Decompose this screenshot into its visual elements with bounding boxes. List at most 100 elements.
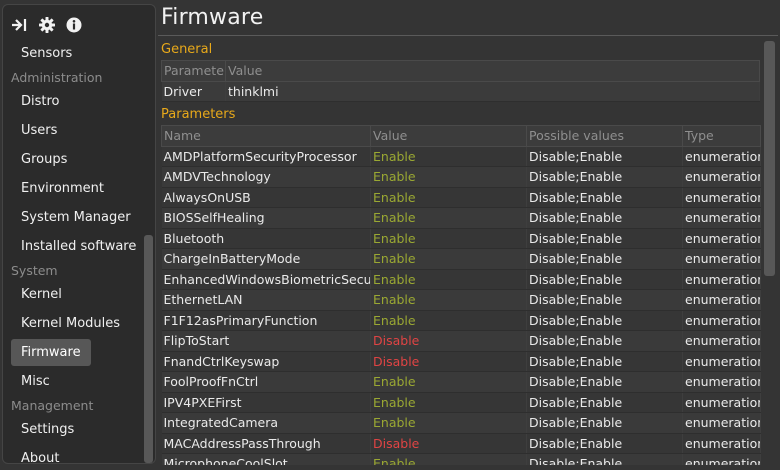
- parameters-cell: Disable;Enable: [526, 453, 683, 465]
- sidebar: Sensors Administration Distro Users Groups En…: [2, 4, 156, 464]
- parameters-cell: Enable: [370, 289, 527, 311]
- table-row[interactable]: F1F12asPrimaryFunction Enable Disable;Enab…: [161, 310, 761, 331]
- parameters-cell: Enable: [370, 371, 527, 393]
- parameters-cell: IntegratedCamera: [161, 412, 371, 434]
- main-scrollbar[interactable]: [764, 41, 775, 276]
- parameters-cell: Disable;Enable: [526, 207, 683, 229]
- table-row[interactable]: AMDVTechnology Enable Disable;Enable enumer…: [161, 166, 761, 188]
- parameters-cell: Disable;Enable: [526, 146, 683, 167]
- table-row[interactable]: Driver thinklmi: [161, 81, 760, 102]
- parameters-cell: AMDVTechnology: [161, 166, 371, 188]
- sidebar-item-label: System Manager: [21, 210, 131, 225]
- parameters-column-header[interactable]: Type: [682, 125, 761, 147]
- parameters-cell: Disable;Enable: [526, 310, 683, 331]
- sidebar-item-system-manager[interactable]: System Manager: [3, 203, 141, 232]
- sidebar-item-sensors[interactable]: Sensors: [3, 39, 141, 68]
- parameters-cell: enumeration: [682, 453, 761, 465]
- sidebar-item-kernel-modules[interactable]: Kernel Modules: [3, 309, 141, 338]
- parameters-cell: enumeration: [682, 433, 761, 454]
- parameters-cell: enumeration: [682, 351, 761, 372]
- parameters-cell: enumeration: [682, 330, 761, 352]
- gear-icon[interactable]: [38, 16, 56, 34]
- parameters-cell: enumeration: [682, 228, 761, 249]
- general-column-header[interactable]: Parameter: [161, 60, 226, 82]
- table-row[interactable]: IPV4PXEFirst Enable Disable;Enable enumerat…: [161, 392, 761, 413]
- sidebar-item-firmware[interactable]: Firmware: [3, 338, 141, 367]
- parameters-cell: Disable;Enable: [526, 412, 683, 434]
- parameters-cell: Disable;Enable: [526, 392, 683, 413]
- sidebar-scrollbar[interactable]: [144, 235, 153, 463]
- parameters-cell: Disable;Enable: [526, 166, 683, 188]
- parameters-cell: Disable;Enable: [526, 289, 683, 311]
- parameters-table: Name Value Possible values Type AMDPlatform…: [161, 125, 761, 465]
- parameters-cell: Enable: [370, 248, 527, 270]
- parameters-cell: BIOSSelfHealing: [161, 207, 371, 229]
- sidebar-item-label: Firmware: [11, 339, 91, 366]
- parameters-cell: Disable;Enable: [526, 248, 683, 270]
- parameters-cell: Disable;Enable: [526, 371, 683, 393]
- table-row[interactable]: AlwaysOnUSB Enable Disable;Enable enumerati…: [161, 187, 761, 208]
- parameters-cell: AMDPlatformSecurityProcessor: [161, 146, 371, 167]
- table-row[interactable]: FnandCtrlKeyswap Disable Disable;Enable enu…: [161, 351, 761, 372]
- parameters-header-row: Name Value Possible values Type: [161, 125, 761, 147]
- parameters-cell: IPV4PXEFirst: [161, 392, 371, 413]
- parameters-cell: AlwaysOnUSB: [161, 187, 371, 208]
- general-cell: thinklmi: [225, 81, 760, 102]
- sidebar-item-label: Kernel Modules: [21, 316, 121, 331]
- table-row[interactable]: BIOSSelfHealing Enable Disable;Enable enume…: [161, 207, 761, 229]
- parameters-cell: Disable;Enable: [526, 187, 683, 208]
- parameters-cell: enumeration: [682, 187, 761, 208]
- title-divider: [158, 35, 778, 36]
- table-row[interactable]: EnhancedWindowsBiometricSecurity Enable Di…: [161, 269, 761, 290]
- table-row[interactable]: MicrophoneCoolSlot Enable Disable;Enable en…: [161, 453, 761, 465]
- parameters-column-header[interactable]: Possible values: [526, 125, 683, 147]
- table-row[interactable]: Bluetooth Enable Disable;Enable enumeration: [161, 228, 761, 249]
- sidebar-item-users[interactable]: Users: [3, 116, 141, 145]
- parameters-cell: F1F12asPrimaryFunction: [161, 310, 371, 331]
- table-row[interactable]: IntegratedCamera Enable Disable;Enable enum…: [161, 412, 761, 434]
- parameters-cell: MicrophoneCoolSlot: [161, 453, 371, 465]
- sidebar-item-label: Installed software: [21, 239, 137, 254]
- parameters-cell: Enable: [370, 228, 527, 249]
- parameters-cell: enumeration: [682, 310, 761, 331]
- sidebar-item-label: Sensors: [21, 46, 73, 61]
- sidebar-item-misc[interactable]: Misc: [3, 367, 141, 396]
- table-row[interactable]: FoolProofFnCtrl Enable Disable;Enable enume…: [161, 371, 761, 393]
- sidebar-item-installed-software[interactable]: Installed software: [3, 232, 141, 261]
- parameters-cell: FnandCtrlKeyswap: [161, 351, 371, 372]
- parameters-cell: enumeration: [682, 248, 761, 270]
- sidebar-section-header: Administration: [11, 70, 103, 85]
- parameters-cell: Enable: [370, 392, 527, 413]
- parameters-cell: Disable;Enable: [526, 351, 683, 372]
- parameters-cell: Disable;Enable: [526, 269, 683, 290]
- sidebar-item-groups[interactable]: Groups: [3, 145, 141, 174]
- parameters-cell: MACAddressPassThrough: [161, 433, 371, 454]
- pin-icon[interactable]: [11, 16, 29, 34]
- table-row[interactable]: FlipToStart Disable Disable;Enable enumerat…: [161, 330, 761, 352]
- table-row[interactable]: MACAddressPassThrough Disable Disable;Enab…: [161, 433, 761, 454]
- parameters-column-header[interactable]: Value: [370, 125, 527, 147]
- general-column-header[interactable]: Value: [225, 60, 760, 82]
- sidebar-item-settings[interactable]: Settings: [3, 415, 141, 444]
- parameters-cell: enumeration: [682, 207, 761, 229]
- info-icon[interactable]: [65, 16, 83, 34]
- sidebar-item-kernel[interactable]: Kernel: [3, 280, 141, 309]
- sidebar-item-about[interactable]: About: [3, 444, 141, 463]
- table-row[interactable]: AMDPlatformSecurityProcessor Enable Disabl…: [161, 146, 761, 167]
- general-table: Parameter Value Driver thinklmi: [161, 60, 760, 102]
- parameters-cell: enumeration: [682, 166, 761, 188]
- parameters-cell: Disable: [370, 351, 527, 372]
- parameters-cell: enumeration: [682, 269, 761, 290]
- table-row[interactable]: EthernetLAN Enable Disable;Enable enumerati…: [161, 289, 761, 311]
- parameters-cell: Disable;Enable: [526, 228, 683, 249]
- parameters-column-header[interactable]: Name: [161, 125, 371, 147]
- sidebar-item-environment[interactable]: Environment: [3, 174, 141, 203]
- sidebar-item-label: Users: [21, 123, 58, 138]
- parameters-cell: EthernetLAN: [161, 289, 371, 311]
- sidebar-item-distro[interactable]: Distro: [3, 87, 141, 116]
- parameters-section-title: Parameters: [161, 107, 236, 122]
- parameters-cell: ChargeInBatteryMode: [161, 248, 371, 270]
- table-row[interactable]: ChargeInBatteryMode Enable Disable;Enable e…: [161, 248, 761, 270]
- parameters-scroll-area[interactable]: Name Value Possible values Type AMDPlatform…: [161, 125, 761, 465]
- page-title: Firmware: [161, 5, 264, 30]
